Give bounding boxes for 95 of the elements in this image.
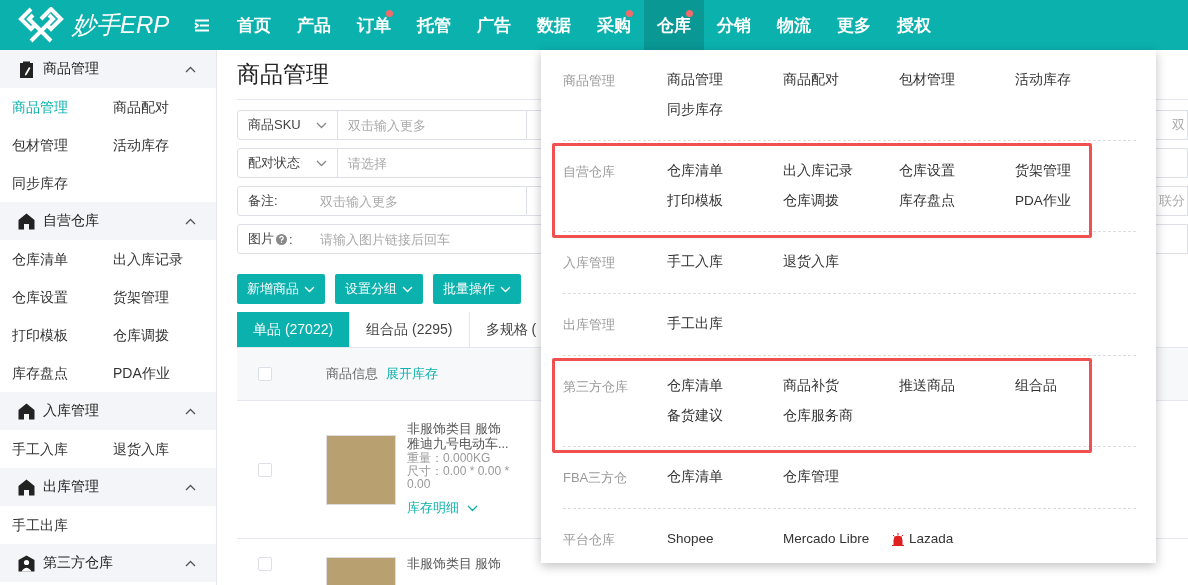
logo-text: 妙手ERP xyxy=(72,10,170,40)
caret-icon xyxy=(185,217,196,225)
product-name: 非服饰类目 服饰 xyxy=(407,557,503,572)
product-name: 非服饰类目 服饰 xyxy=(407,422,503,437)
section-label: 商品管理 xyxy=(563,72,616,90)
sidebar-item[interactable]: 仓库调拨 xyxy=(113,316,214,354)
product-detail: 尺寸：0.00 * 0.00 * 0.00 xyxy=(407,465,511,491)
filter-label-colon: : xyxy=(289,231,293,247)
sidebar-item[interactable]: 库存盘点 xyxy=(12,354,113,392)
sidebar-item[interactable]: 手工出库 xyxy=(12,506,113,544)
sidebar-item[interactable]: PDA作业 xyxy=(113,354,214,392)
logo-icon xyxy=(18,7,64,43)
house-icon xyxy=(18,402,35,420)
menu-item[interactable]: 备货建议 xyxy=(667,401,783,431)
sidebar-group-header[interactable]: 出库管理 xyxy=(0,468,216,506)
caret-icon xyxy=(185,559,196,567)
chevron-down-icon xyxy=(304,285,315,293)
filter-field[interactable]: 备注: 双击输入更多 xyxy=(237,186,527,216)
sidebar-item[interactable]: 仓库清单 xyxy=(12,240,113,278)
chevron-down-icon xyxy=(467,504,478,512)
house-icon xyxy=(18,478,35,496)
filter-field[interactable]: 商品SKU 双击输入更多 xyxy=(237,110,527,140)
nav-tab[interactable]: 仓库 xyxy=(644,0,704,50)
group-title: 商品管理 xyxy=(43,60,100,78)
menu-item[interactable]: 仓库服务商 xyxy=(783,401,899,431)
sidebar-item[interactable]: 仓库设置 xyxy=(12,278,113,316)
menu-item[interactable]: Lazada xyxy=(909,524,954,554)
chevron-down-icon xyxy=(316,121,327,129)
sidebar-group-header[interactable]: 入库管理 xyxy=(0,392,216,430)
sidebar-item[interactable]: 打印模板 xyxy=(12,316,113,354)
menu-item[interactable]: 仓库清单 xyxy=(667,371,783,401)
caret-icon xyxy=(185,483,196,491)
sidebar-item[interactable]: 出入库记录 xyxy=(113,240,214,278)
caret-icon xyxy=(185,65,196,73)
menu-item[interactable]: 推送商品 xyxy=(899,371,1015,401)
menu-item[interactable]: 仓库调拨 xyxy=(783,186,899,216)
menu-item[interactable]: 商品补货 xyxy=(783,371,899,401)
person-icon xyxy=(18,554,35,572)
menu-item[interactable]: Mercado Libre xyxy=(783,524,899,554)
help-icon xyxy=(276,233,287,245)
group-title: 第三方仓库 xyxy=(43,554,114,572)
sidebar-item[interactable]: 活动库存 xyxy=(113,126,214,164)
sidebar-item[interactable]: 同步库存 xyxy=(12,164,113,202)
sidebar-group-header[interactable]: 商品管理 xyxy=(0,50,216,88)
menu-item[interactable]: PDA作业 xyxy=(1015,186,1131,216)
section-label: 自营仓库 xyxy=(563,163,616,181)
sidebar-group-header[interactable]: 第三方仓库 xyxy=(0,544,216,582)
group-title: 出库管理 xyxy=(43,478,100,496)
menu-item[interactable]: Shopee xyxy=(667,524,783,554)
section-label: 出库管理 xyxy=(563,316,616,334)
menu-item[interactable]: 出入库记录 xyxy=(783,156,899,186)
column-header: 商品信息 xyxy=(326,365,378,383)
menu-item[interactable]: 仓库清单 xyxy=(667,462,783,492)
row-checkbox[interactable] xyxy=(258,557,272,571)
menu-item[interactable]: 组合品 xyxy=(1015,371,1131,401)
section-label: 第三方仓库 xyxy=(563,378,629,396)
chevron-down-icon xyxy=(316,159,327,167)
select-all-checkbox[interactable] xyxy=(258,367,272,381)
chevron-down-icon xyxy=(500,285,511,293)
sidebar-item[interactable]: 商品配对 xyxy=(113,88,214,126)
group-title: 自营仓库 xyxy=(43,212,100,230)
menu-item[interactable]: 库存盘点 xyxy=(899,186,1015,216)
house-icon xyxy=(18,212,35,230)
sidebar-group-header[interactable]: 自营仓库 xyxy=(0,202,216,240)
menu-item[interactable]: 包材管理 xyxy=(899,65,1015,95)
photo-placeholder xyxy=(326,434,396,505)
menu-item[interactable]: 仓库管理 xyxy=(783,462,899,492)
filter-label: 备注: xyxy=(248,192,278,210)
caret-icon xyxy=(185,407,196,415)
clipboard-icon xyxy=(18,60,35,78)
menu-icon[interactable] xyxy=(194,18,210,32)
menu-item[interactable]: 商品管理 xyxy=(667,65,783,95)
menu-item[interactable]: 仓库清单 xyxy=(667,156,783,186)
chevron-down-icon xyxy=(402,285,413,293)
row-checkbox[interactable] xyxy=(258,462,272,477)
menu-item[interactable]: 活动库存 xyxy=(1015,65,1131,95)
sidebar-item[interactable]: 退货入库 xyxy=(113,430,214,468)
section-label: 入库管理 xyxy=(563,254,616,272)
product-name: 雅迪九号电动车... xyxy=(407,437,510,452)
menu-item[interactable]: 商品配对 xyxy=(783,65,899,95)
filter-select[interactable]: 商品SKU xyxy=(238,111,338,139)
menu-item[interactable]: 货架管理 xyxy=(1015,156,1131,186)
sidebar-item[interactable]: 货架管理 xyxy=(113,278,214,316)
filter-select[interactable]: 配对状态 xyxy=(238,149,338,177)
menu-item[interactable]: 打印模板 xyxy=(667,186,783,216)
group-title: 入库管理 xyxy=(43,402,100,420)
section-label: 平台仓库 xyxy=(563,531,616,549)
section-label: FBA三方仓 xyxy=(563,469,629,487)
filter-label: 图片 xyxy=(248,230,274,248)
product-detail: 重量：0.000KG xyxy=(407,452,492,465)
sidebar-item[interactable]: 手工入库 xyxy=(12,430,113,468)
menu-item[interactable]: 手工出库 xyxy=(667,309,783,339)
filter-input[interactable]: 双击输入更多 xyxy=(310,187,526,215)
menu-item[interactable]: 仓库设置 xyxy=(899,156,1015,186)
sidebar-item[interactable]: 包材管理 xyxy=(12,126,113,164)
